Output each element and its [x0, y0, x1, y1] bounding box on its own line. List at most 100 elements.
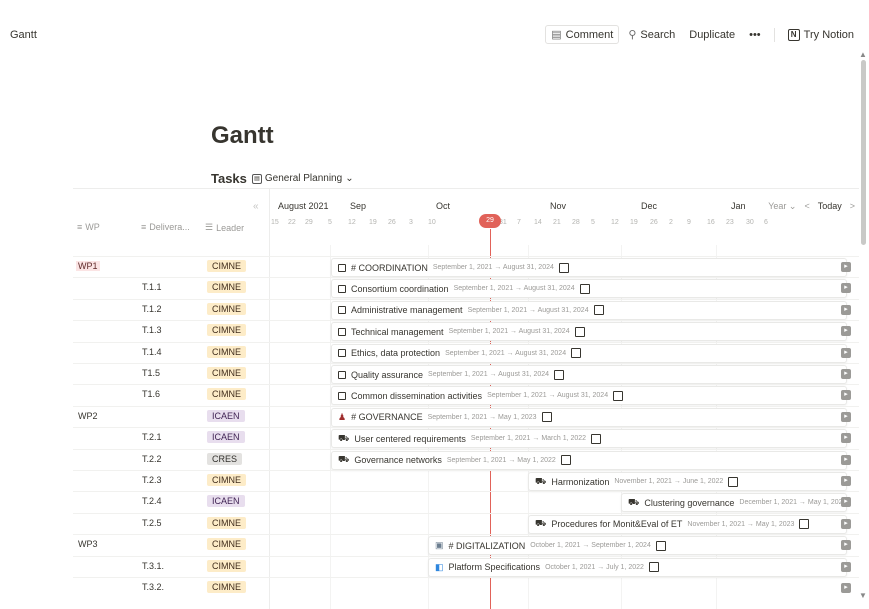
done-checkbox[interactable]	[799, 519, 810, 530]
task-row[interactable]: T1.6 CIMNE Common dissemination activities…	[73, 385, 859, 406]
page-scrollbar[interactable]: ▲ ▼	[859, 50, 867, 600]
deliverable-cell[interactable]: T.1.2	[142, 304, 162, 314]
done-checkbox[interactable]	[560, 455, 571, 466]
done-checkbox[interactable]	[648, 562, 659, 573]
next-period-button[interactable]: >	[850, 201, 855, 212]
task-bar[interactable]: ⛟ Governance networks September 1, 2021 → …	[331, 450, 847, 470]
deliverable-cell[interactable]: T.2.3	[142, 475, 162, 485]
leader-tag[interactable]: CIMNE	[207, 388, 246, 401]
scale-selector[interactable]: Year ⌄	[768, 201, 796, 212]
open-page-icon[interactable]: ▸	[841, 390, 851, 401]
open-page-icon[interactable]: ▸	[841, 369, 851, 379]
wp-cell[interactable]: WP3	[78, 539, 98, 549]
task-row[interactable]: T.3.1. CIMNE ◧ Platform Specifications Octob…	[73, 557, 859, 578]
done-checkbox[interactable]	[655, 540, 666, 551]
done-checkbox[interactable]	[558, 262, 569, 273]
deliverable-cell[interactable]: T.1.1	[142, 282, 162, 292]
task-bar[interactable]: Common dissemination activities September…	[331, 386, 847, 406]
leader-tag[interactable]: CIMNE	[207, 516, 246, 529]
open-page-icon[interactable]: ▸	[841, 561, 851, 572]
task-row[interactable]: T.2.3 CIMNE ⛟ Harmonization November 1, 2021…	[73, 471, 859, 492]
task-row[interactable]: T.1.1 CIMNE Consortium coordination Septemb…	[73, 278, 859, 299]
column-header-wp[interactable]: ≡ WP	[77, 222, 100, 232]
scroll-thumb[interactable]	[861, 60, 866, 245]
leader-tag[interactable]: ICAEN	[207, 409, 245, 422]
done-checkbox[interactable]	[574, 326, 585, 337]
open-page-icon[interactable]: ▸	[841, 583, 851, 593]
task-row[interactable]: WP3 CIMNE ▣ # DIGITALIZATION October 1, 2021…	[73, 535, 859, 556]
task-bar[interactable]: ⛟ Clustering governance December 1, 2021 →…	[621, 493, 847, 513]
deliverable-cell[interactable]: T.1.3	[142, 325, 162, 335]
wp-cell[interactable]: WP2	[78, 411, 98, 421]
column-header-leader[interactable]: ☰ Leader	[205, 222, 244, 233]
more-button[interactable]: •••	[744, 27, 766, 43]
open-page-icon[interactable]: ▸	[841, 518, 851, 529]
open-page-icon[interactable]: ▸	[841, 326, 851, 337]
column-header-deliverable[interactable]: ≡ Delivera...	[141, 222, 190, 232]
task-bar[interactable]: Ethics, data protection September 1, 2021…	[331, 343, 847, 363]
leader-tag[interactable]: CIMNE	[207, 581, 246, 593]
view-selector[interactable]: ▤ General Planning ⌄	[251, 173, 354, 184]
deliverable-cell[interactable]: T.2.2	[142, 454, 162, 464]
leader-tag[interactable]: CIMNE	[207, 367, 246, 379]
open-page-icon[interactable]: ▸	[841, 476, 851, 486]
task-bar[interactable]: ⛟ User centered requirements September 1, …	[331, 429, 847, 449]
task-bar[interactable]: ◧ Platform Specifications October 1, 2021 …	[428, 557, 847, 577]
done-checkbox[interactable]	[593, 305, 604, 316]
done-checkbox[interactable]	[613, 390, 624, 401]
done-checkbox[interactable]	[728, 476, 739, 487]
prev-period-button[interactable]: <	[804, 201, 809, 212]
duplicate-button[interactable]: Duplicate	[684, 27, 740, 43]
deliverable-cell[interactable]: T.1.4	[142, 347, 162, 357]
open-page-icon[interactable]: ▸	[841, 347, 851, 358]
leader-tag[interactable]: CIMNE	[207, 302, 246, 315]
task-bar[interactable]: Consortium coordination September 1, 2021…	[331, 279, 847, 299]
deliverable-cell[interactable]: T.2.5	[142, 518, 162, 528]
deliverable-cell[interactable]: T.2.1	[142, 432, 162, 442]
leader-tag[interactable]: CIMNE	[207, 345, 246, 358]
open-page-icon[interactable]: ▸	[841, 304, 851, 315]
database-name[interactable]: Tasks	[211, 171, 247, 186]
task-bar[interactable]: ♟ # GOVERNANCE September 1, 2021 → May 1, …	[331, 407, 847, 427]
collapse-table-icon[interactable]: «	[253, 201, 259, 212]
scroll-up-icon[interactable]: ▲	[859, 50, 867, 59]
leader-tag[interactable]: CRES	[207, 452, 243, 465]
breadcrumb[interactable]: Gantt	[10, 29, 37, 41]
task-row[interactable]: T.1.4 CIMNE Ethics, data protection Septemb…	[73, 343, 859, 364]
leader-tag[interactable]: CIMNE	[207, 559, 246, 572]
done-checkbox[interactable]	[579, 283, 590, 294]
comment-button[interactable]: ▤ Comment	[545, 25, 620, 44]
leader-tag[interactable]: CIMNE	[207, 474, 246, 486]
task-row[interactable]: T.2.1 ICAEN ⛟ User centered requirements Sep…	[73, 428, 859, 449]
deliverable-cell[interactable]: T.3.2.	[142, 582, 164, 592]
task-row[interactable]: T.1.2 CIMNE Administrative management Septe…	[73, 300, 859, 321]
task-bar[interactable]: ⛟ Procedures for Monit&Eval of ET November…	[528, 514, 847, 534]
done-checkbox[interactable]	[541, 412, 552, 423]
task-row[interactable]: T.3.2. CIMNE ▸	[73, 578, 859, 599]
task-row[interactable]: T1.5 CIMNE Quality assurance September 1, 2…	[73, 364, 859, 385]
task-bar[interactable]: ▣ # DIGITALIZATION October 1, 2021 → Septe…	[428, 536, 847, 556]
done-checkbox[interactable]	[591, 433, 602, 444]
task-bar[interactable]: ⛟ Harmonization November 1, 2021 → June 1,…	[528, 472, 847, 491]
done-checkbox[interactable]	[571, 348, 582, 359]
open-page-icon[interactable]: ▸	[841, 262, 851, 272]
task-bar[interactable]: Technical management September 1, 2021 → …	[331, 322, 847, 342]
deliverable-cell[interactable]: T.3.1.	[142, 561, 164, 571]
task-row[interactable]: WP2 ICAEN ♟ # GOVERNANCE September 1, 2021 →…	[73, 407, 859, 428]
task-row[interactable]: WP1 CIMNE # COORDINATION September 1, 2021 …	[73, 257, 859, 278]
leader-tag[interactable]: ICAEN	[207, 431, 245, 444]
deliverable-cell[interactable]: T1.6	[142, 389, 160, 399]
scroll-down-icon[interactable]: ▼	[859, 591, 867, 600]
task-row[interactable]: T.2.5 CIMNE ⛟ Procedures for Monit&Eval of …	[73, 514, 859, 535]
task-row[interactable]: T.2.4 ICAEN ⛟ Clustering governance December…	[73, 492, 859, 513]
task-bar[interactable]: Quality assurance September 1, 2021 → Aug…	[331, 365, 847, 384]
deliverable-cell[interactable]: T.2.4	[142, 496, 162, 506]
open-page-icon[interactable]: ▸	[841, 540, 851, 551]
done-checkbox[interactable]	[554, 369, 565, 380]
leader-tag[interactable]: CIMNE	[207, 324, 246, 337]
task-row[interactable]: T.2.2 CRES ⛟ Governance networks September 1…	[73, 450, 859, 471]
leader-tag[interactable]: CIMNE	[207, 538, 246, 551]
leader-tag[interactable]: CIMNE	[207, 281, 246, 294]
leader-tag[interactable]: CIMNE	[207, 260, 246, 272]
task-bar[interactable]: # COORDINATION September 1, 2021 → August…	[331, 258, 847, 277]
